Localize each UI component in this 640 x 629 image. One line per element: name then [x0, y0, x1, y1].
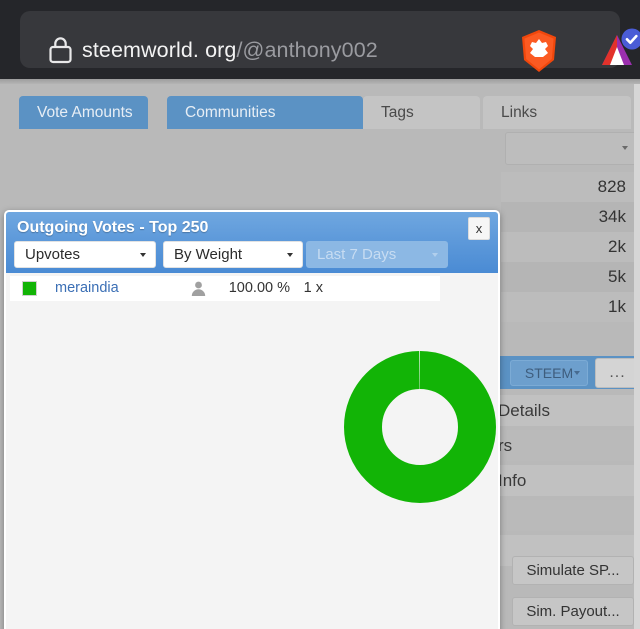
lock-icon[interactable] — [48, 36, 73, 64]
series-color-swatch — [22, 281, 37, 296]
dialog-body: meraindia 100.00 % 1 x — [6, 273, 498, 629]
page-scrollbar[interactable] — [634, 84, 640, 629]
page-content: Vote Amounts Communities Tags Links 828 … — [0, 84, 640, 629]
tab-tags[interactable]: Tags — [363, 96, 480, 129]
currency-select[interactable]: STEEM — [510, 360, 588, 386]
brave-lion-icon[interactable] — [518, 29, 560, 73]
bat-rewards-icon[interactable] — [596, 27, 640, 73]
stat-row: 2k — [501, 232, 638, 262]
browser-toolbar: steemworld. org/@anthony002 — [0, 0, 640, 79]
tab-label: Vote Amounts — [37, 104, 133, 121]
stat-row: 828 — [501, 172, 638, 202]
tab-label: Links — [501, 104, 538, 121]
simulate-sp-button[interactable]: Simulate SP... — [512, 556, 634, 585]
period-select[interactable]: Last 7 Days — [306, 241, 448, 268]
vote-type-select[interactable]: Upvotes — [14, 241, 156, 268]
stat-row: 5k — [501, 262, 638, 292]
period-value: Last 7 Days — [317, 246, 397, 263]
voter-percent: 100.00 % — [228, 280, 290, 296]
table-row[interactable]: meraindia 100.00 % 1 x — [10, 276, 440, 301]
sim-payout-button[interactable]: Sim. Payout... — [512, 597, 634, 626]
stat-row: 1k — [501, 292, 638, 322]
chevron-down-icon — [140, 253, 146, 257]
dialog-title: Outgoing Votes - Top 250 — [17, 219, 209, 236]
list-item[interactable]: rs — [480, 430, 640, 461]
currency-select-value: STEEM — [524, 365, 574, 381]
dialog-header: Outgoing Votes - Top 250 x Upvotes By We… — [6, 212, 498, 273]
close-button[interactable]: x — [468, 217, 490, 240]
right-panel-dropdown[interactable] — [505, 132, 638, 165]
sort-by-select[interactable]: By Weight — [163, 241, 303, 268]
list-item[interactable]: Info — [480, 465, 640, 496]
vote-type-value: Upvotes — [25, 246, 81, 263]
url-host: steemworld. org — [82, 38, 237, 62]
list-item[interactable]: Details — [480, 395, 640, 426]
person-icon — [190, 280, 207, 297]
chevron-down-icon — [432, 253, 438, 257]
list-item — [480, 500, 640, 531]
url-path: /@anthony002 — [236, 38, 378, 62]
tab-communities[interactable]: Communities — [167, 96, 363, 129]
address-bar[interactable]: steemworld. org/@anthony002 — [20, 11, 640, 72]
tab-vote-amounts[interactable]: Vote Amounts — [19, 96, 148, 129]
chevron-down-icon — [622, 146, 628, 150]
tab-label: Communities — [185, 104, 276, 121]
chevron-down-icon — [574, 371, 580, 375]
voter-name-link[interactable]: meraindia — [55, 276, 119, 301]
tab-label: Tags — [381, 104, 414, 121]
url-text[interactable]: steemworld. org/@anthony002 — [82, 35, 378, 65]
voter-count: 1 x — [303, 280, 323, 296]
sort-by-value: By Weight — [174, 246, 243, 263]
votes-donut-chart — [344, 351, 496, 503]
donut-slice-meraindia — [344, 351, 496, 503]
chevron-down-icon — [287, 253, 293, 257]
outgoing-votes-dialog: Outgoing Votes - Top 250 x Upvotes By We… — [4, 210, 500, 629]
stat-row: 34k — [501, 202, 638, 232]
tab-links[interactable]: Links — [483, 96, 631, 129]
